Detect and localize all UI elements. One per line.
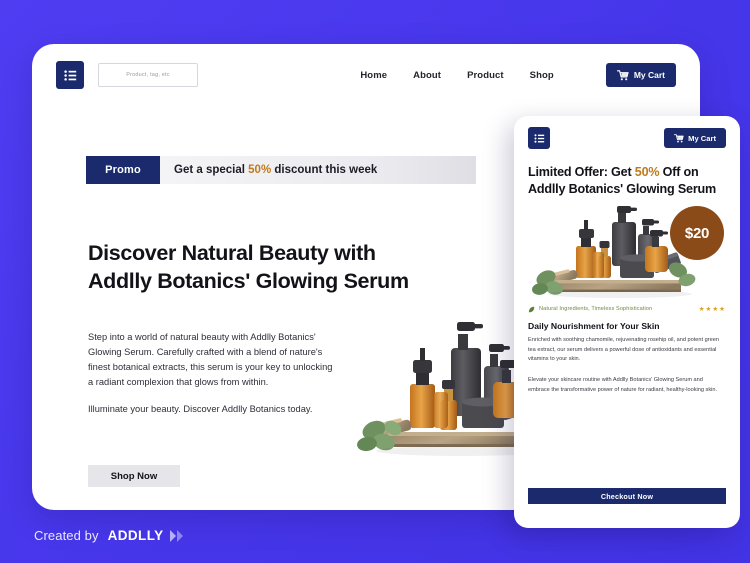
promo-percent: 50% (248, 164, 272, 176)
checkout-now-button[interactable]: Checkout Now (528, 488, 726, 504)
nav-link-product[interactable]: Product (467, 70, 504, 81)
mobile-title-before: Limited Offer: Get (528, 165, 635, 179)
shop-now-button[interactable]: Shop Now (88, 465, 180, 487)
mobile-body-paragraph-2: Elevate your skincare routine with Addll… (528, 377, 718, 393)
mobile-subheading: Daily Nourishment for Your Skin (528, 321, 660, 332)
shopping-cart-icon (616, 69, 629, 80)
search-placeholder-text: Product, tag, etc (126, 72, 170, 78)
shop-now-label: Shop Now (110, 470, 158, 482)
price-badge-label: $20 (684, 224, 710, 242)
nav-link-shop[interactable]: Shop (530, 70, 554, 81)
shopping-cart-icon (674, 133, 684, 142)
checkout-now-label: Checkout Now (600, 491, 654, 501)
promo-banner: Promo Get a special 50% discount this we… (86, 156, 476, 184)
hero-description: Step into a world of natural beauty with… (88, 330, 333, 417)
my-cart-button[interactable]: My Cart (605, 63, 676, 87)
desktop-navbar: Product, tag, etc Home About Product Sho… (32, 44, 700, 106)
promo-text: Get a special 50% discount this week (174, 164, 377, 176)
nav-link-home[interactable]: Home (360, 70, 387, 81)
double-chevron-right-icon (169, 529, 186, 542)
hero-paragraph-1: Step into a world of natural beauty with… (88, 332, 333, 388)
promo-text-container: Get a special 50% discount this week (160, 156, 476, 184)
hero-title: Discover Natural Beauty with Addlly Bota… (88, 241, 409, 293)
mobile-my-cart-button[interactable]: My Cart (664, 128, 726, 148)
mobile-tagline-row: Natural Ingredients, Timeless Sophistica… (528, 305, 726, 313)
promo-tag-label: Promo (105, 164, 141, 176)
mobile-offer-title: Limited Offer: Get 50% Off on Addlly Bot… (528, 164, 726, 197)
mobile-offer-card: My Cart Limited Offer: Get 50% Off on Ad… (514, 116, 740, 528)
nav-link-about[interactable]: About (413, 70, 441, 81)
mobile-body-paragraph-1: Enriched with soothing chamomile, rejuve… (528, 337, 719, 363)
hamburger-list-icon (63, 69, 76, 81)
nav-links: Home About Product Shop My Cart (360, 63, 676, 87)
mobile-hamburger-menu-button[interactable] (528, 127, 550, 149)
mobile-title-percent: 50% (634, 165, 660, 179)
brand-name: ADDLLY (107, 528, 164, 543)
star-rating: ★★★★ (698, 306, 726, 314)
created-by-label: Created by (34, 528, 99, 543)
promo-tag: Promo (86, 156, 160, 184)
promo-text-before: Get a special (174, 164, 249, 176)
mobile-navbar: My Cart (528, 116, 726, 160)
footer-branding: Created by ADDLLY (34, 528, 186, 543)
page-canvas: Product, tag, etc Home About Product Sho… (0, 0, 750, 563)
search-input[interactable]: Product, tag, etc (98, 63, 198, 87)
mobile-tagline: Natural Ingredients, Timeless Sophistica… (539, 306, 653, 313)
leaf-icon (528, 306, 535, 313)
promo-text-after: discount this week (271, 164, 378, 176)
my-cart-label: My Cart (633, 70, 665, 80)
hamburger-menu-button[interactable] (56, 61, 84, 89)
mobile-product-photo: $20 (528, 204, 726, 301)
mobile-my-cart-label: My Cart (688, 133, 716, 143)
hamburger-list-icon (533, 133, 544, 143)
hero-paragraph-2: Illuminate your beauty. Discover Addlly … (88, 404, 313, 415)
price-badge: $20 (670, 206, 724, 261)
